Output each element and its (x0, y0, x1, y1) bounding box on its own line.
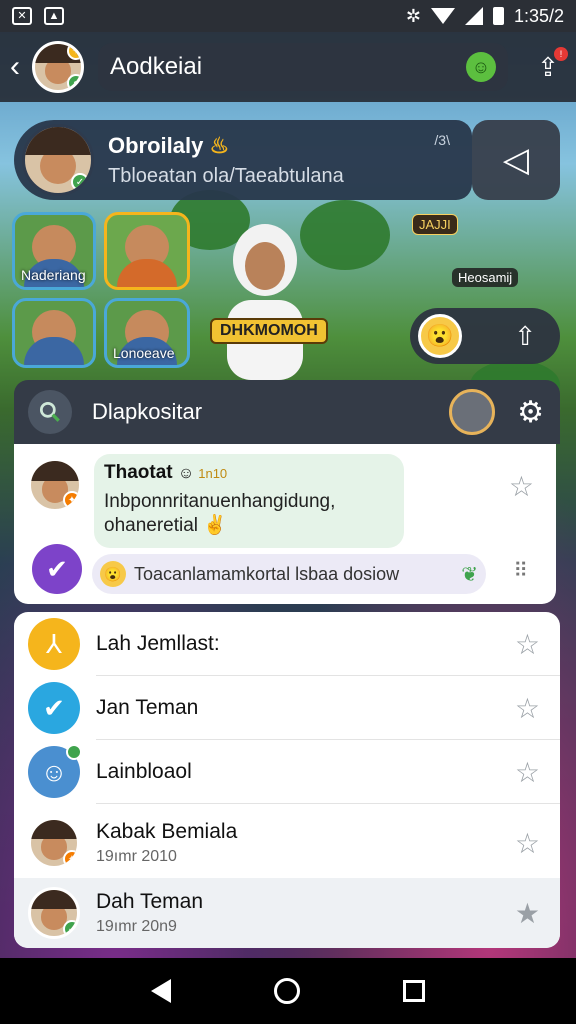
reaction-pill[interactable]: 😮 ⇧ (410, 308, 560, 364)
sender-tag: 1n10 (198, 466, 228, 481)
page-title: Aodkeiai (110, 53, 203, 80)
emoji-icon: ☺ (177, 465, 195, 482)
divider (96, 803, 560, 804)
share-action-icon[interactable]: ⇪ ! (530, 47, 568, 85)
list-item[interactable]: ✓ Dah Teman 19ımr 20n9 ★ (14, 878, 560, 948)
list-item-name: Lah Jemllast: (96, 632, 220, 655)
online-icon: ✓ (63, 920, 77, 936)
emoji-icon: 😮 (100, 561, 126, 587)
featured-card[interactable]: ✓ Obroilaly ♨ Tbloeatan ola/Taeabtulana … (14, 120, 472, 200)
star-icon[interactable]: ☆ (515, 692, 540, 725)
wifi-icon (430, 8, 455, 24)
app-bar: ‹ ✦ ● Aodkeiai ☺ ⇪ ! (0, 32, 576, 102)
back-arrow-icon[interactable]: ‹ (10, 50, 32, 84)
chat-card[interactable]: ✦ Thaotat ☺ 1n10 Inbponnritanuenhangidung… (14, 444, 556, 604)
status-icon: ✦ (63, 491, 79, 509)
reply-bubble[interactable]: 😮 Toacanlamamkortal lsbaa dosiow ❦ (92, 554, 486, 594)
notification-icon: ✕ (12, 7, 32, 25)
message-sender: Thaotat ☺ 1n10 (104, 462, 228, 483)
image-notification-icon: ▲ (44, 7, 64, 25)
check-icon: ✔ (28, 682, 80, 734)
message-text: Inbponnritanuenhangidung, ohaneretial ✌ (104, 491, 336, 536)
hero-character (227, 224, 303, 380)
list-item-name: Lainbloaol (96, 760, 192, 783)
folder-icon: ⅄ (28, 618, 80, 670)
contact-avatar: ✓ (28, 887, 80, 939)
reply-text: Toacanlamamkortal lsbaa dosiow (134, 563, 400, 584)
check-icon[interactable]: ✔ (32, 544, 82, 594)
more-icon[interactable]: ⠿ (513, 558, 530, 583)
signal-icon (464, 7, 483, 25)
group-icon: ☺ (28, 744, 82, 798)
story-label: Lonoeave (113, 345, 175, 361)
online-icon (66, 744, 82, 760)
search-input[interactable]: Dlapkositar (92, 399, 202, 425)
battery-icon (492, 7, 504, 25)
flame-icon: ♨ (209, 132, 230, 158)
list-item-name: Kabak Bemiala (96, 820, 238, 843)
share-icon[interactable]: ⇧ (514, 321, 536, 352)
featured-meta: /3\ (434, 132, 450, 148)
story-tile[interactable] (104, 212, 190, 290)
story-label: Naderiang (21, 267, 86, 283)
star-icon[interactable]: ☆ (515, 827, 540, 860)
star-icon[interactable]: ☆ (509, 470, 534, 503)
badge-icon: ✦ (67, 44, 81, 60)
search-icon[interactable] (28, 390, 72, 434)
featured-avatar: ✓ (22, 124, 94, 196)
nav-back-icon[interactable] (151, 979, 172, 1003)
story-tile[interactable] (12, 298, 96, 368)
story-tile[interactable]: Lonoeave (104, 298, 190, 368)
featured-subtitle: Tbloeatan ola/Taeabtulana (108, 164, 344, 187)
featured-title: Obroilaly ♨ (108, 132, 230, 158)
hero-tag: JAJJI (412, 214, 458, 235)
gear-icon[interactable]: ⚙ (517, 395, 544, 430)
search-bar[interactable]: Dlapkositar ⚙ (14, 380, 560, 444)
leaf-icon: ❦ (461, 563, 478, 586)
verified-icon: ✓ (71, 173, 89, 191)
message-bubble[interactable]: Thaotat ☺ 1n10 Inbponnritanuenhangidung, … (94, 454, 404, 548)
hero-banner: DHKMOMOH (210, 318, 328, 344)
nav-home-icon[interactable] (273, 978, 300, 1004)
online-icon: ● (67, 74, 81, 90)
profile-avatar[interactable]: ✦ ● (32, 41, 84, 93)
star-icon[interactable]: ★ (515, 897, 540, 930)
badge-icon: ✦ (63, 850, 77, 866)
user-avatar[interactable] (449, 389, 496, 435)
victory-icon: ✌ (203, 514, 227, 536)
hero-label: Heosamij (452, 268, 519, 287)
list-item[interactable]: ✦ Kabak Bemiala 19ımr 2010 ☆ (14, 806, 560, 880)
navigation-bar (0, 958, 576, 1024)
star-icon[interactable]: ☆ (515, 756, 540, 789)
star-icon[interactable]: ☆ (515, 628, 540, 661)
smiley-icon[interactable]: ☺ (466, 52, 496, 82)
list-item-time: 19ımr 2010 (96, 848, 177, 865)
contact-list: ⅄ Lah Jemllast: ☆ ✔ Jan Teman ☆ ☺ Lainbl… (14, 612, 560, 948)
list-item-name: Dah Teman (96, 890, 204, 913)
status-time: 1:35/2 (513, 5, 564, 26)
nav-recents-icon[interactable] (402, 980, 425, 1002)
status-bar: ✕ ▲ ✲ 1:35/2 (0, 0, 576, 32)
contact-avatar: ✦ (28, 817, 80, 869)
sender-avatar[interactable]: ✦ (28, 458, 82, 512)
story-tile[interactable]: Naderiang (12, 212, 96, 290)
bug-icon: ✲ (405, 5, 421, 26)
notification-badge: ! (554, 47, 568, 61)
list-item[interactable]: ⅄ Lah Jemllast: ☆ (14, 612, 560, 676)
title-pill[interactable]: Aodkeiai ☺ (98, 43, 508, 91)
list-item[interactable]: ☺ Lainbloaol ☆ (14, 740, 560, 804)
list-item-time: 19ımr 20n9 (96, 918, 177, 935)
list-item[interactable]: ✔ Jan Teman ☆ (14, 676, 560, 740)
list-item-name: Jan Teman (96, 696, 199, 719)
send-icon[interactable]: ◁ (472, 120, 560, 200)
emoji-face-icon[interactable]: 😮 (418, 314, 462, 358)
